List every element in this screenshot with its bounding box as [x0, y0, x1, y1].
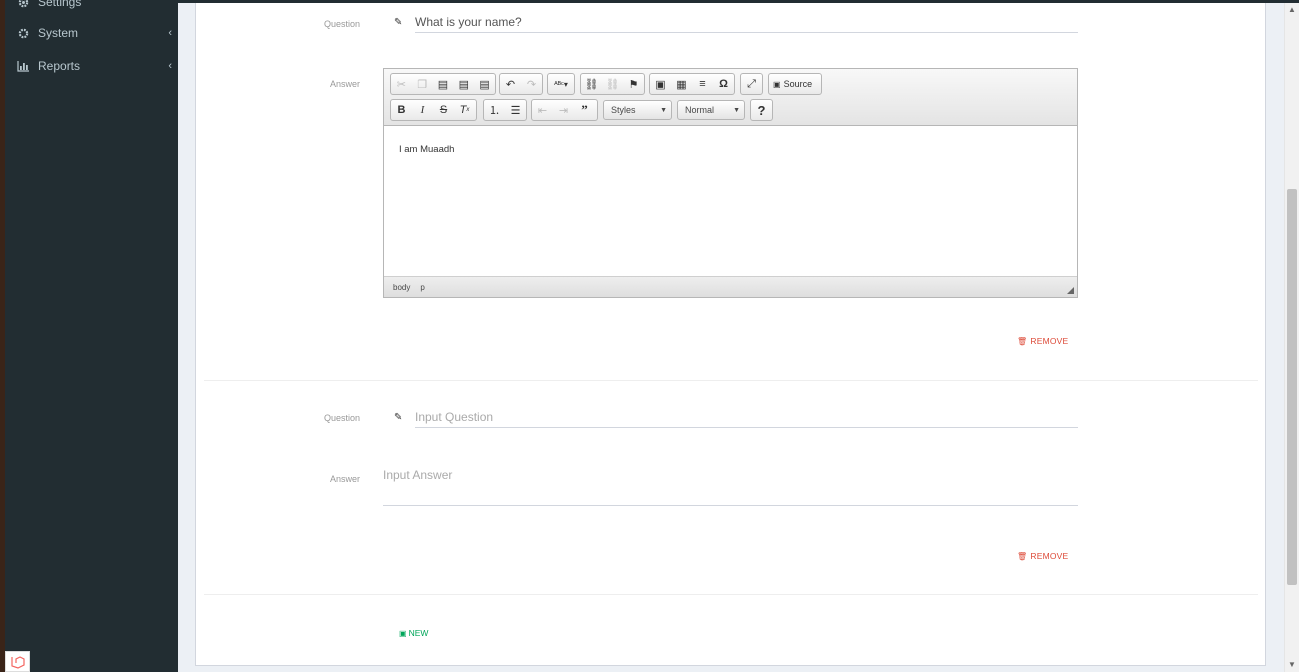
divider — [204, 380, 1258, 381]
anchor-flag-icon[interactable]: ⚑ — [623, 74, 644, 94]
styles-dropdown[interactable]: Styles ▼ — [603, 100, 672, 120]
undo-group: ↶ ↷ — [499, 73, 543, 95]
spellcheck-group: ᴬᴮᶜ▾ — [547, 73, 575, 95]
scroll-down-icon[interactable]: ▼ — [1288, 660, 1296, 669]
help-group: ? — [750, 99, 773, 121]
pencil-icon: ✎ — [394, 412, 403, 423]
answer-text: I am Muaadh — [399, 144, 455, 155]
divider — [204, 594, 1258, 595]
new-label: NEW — [408, 628, 429, 638]
remove-button[interactable]: 🗑 REMOVE — [1017, 551, 1068, 561]
remove-format-icon[interactable]: Tx — [454, 100, 475, 120]
editor-toolbar: ✂ ❐ ▤ ▤ ▤ ↶ ↷ ᴬᴮᶜ▾ ⛓ ⛓ ⚑ ▣ ▦ ≡ Ω ⤢ ▣ Sou… — [384, 69, 1077, 126]
gear-icon — [17, 0, 29, 8]
question-label: Question — [323, 19, 360, 29]
path-p[interactable]: p — [420, 283, 424, 292]
scrollbar-thumb[interactable] — [1287, 189, 1297, 585]
source-button[interactable]: ▣ Source — [768, 73, 822, 95]
numbered-list-icon[interactable]: ⒈ — [484, 100, 505, 120]
link-icon[interactable]: ⛓ — [581, 74, 602, 94]
special-char-icon[interactable]: Ω — [713, 74, 734, 94]
table-icon[interactable]: ▦ — [671, 74, 692, 94]
question-label: Question — [323, 413, 360, 423]
sidebar-item-reports[interactable]: Reports ‹ — [17, 56, 172, 76]
cut-icon[interactable]: ✂ — [391, 74, 412, 94]
pencil-icon: ✎ — [394, 17, 403, 28]
horizontal-line-icon[interactable]: ≡ — [692, 74, 713, 94]
list-group: ⒈ ☰ — [483, 99, 527, 121]
link-group: ⛓ ⛓ ⚑ — [580, 73, 645, 95]
answer-input[interactable]: Input Answer — [383, 462, 1078, 506]
paste-icon[interactable]: ▤ — [433, 74, 454, 94]
strike-icon[interactable]: S — [433, 100, 454, 120]
italic-icon[interactable]: I — [412, 100, 433, 120]
trash-icon: 🗑 — [1017, 551, 1028, 561]
bold-icon[interactable]: B — [391, 100, 412, 120]
save-icon: ▣ — [399, 628, 407, 638]
indent-icon[interactable]: ⇥ — [553, 100, 574, 120]
bulleted-list-icon[interactable]: ☰ — [505, 100, 526, 120]
trash-icon: 🗑 — [1017, 336, 1028, 346]
outdent-icon[interactable]: ⇤ — [532, 100, 553, 120]
remove-label: REMOVE — [1030, 551, 1069, 561]
indent-group: ⇤ ⇥ ” — [531, 99, 598, 121]
answer-label: Answer — [329, 79, 360, 89]
maximize-icon[interactable]: ⤢ — [741, 74, 762, 94]
basic-styles-group: B I S Tx — [390, 99, 477, 121]
sidebar-item-label: System — [38, 26, 79, 40]
new-button[interactable]: ▣ NEW — [399, 628, 428, 638]
rich-text-editor: ✂ ❐ ▤ ▤ ▤ ↶ ↷ ᴬᴮᶜ▾ ⛓ ⛓ ⚑ ▣ ▦ ≡ Ω ⤢ ▣ Sou… — [383, 68, 1078, 298]
remove-label: REMOVE — [1030, 336, 1069, 346]
sidebar-item-label: Reports — [38, 59, 81, 73]
paste-word-icon[interactable]: ▤ — [474, 74, 495, 94]
undo-icon[interactable]: ↶ — [500, 74, 521, 94]
bar-chart-icon — [17, 60, 29, 72]
question-input[interactable]: What is your name? — [415, 11, 1078, 33]
debugbar-logo-icon[interactable] — [5, 651, 30, 672]
scroll-up-icon[interactable]: ▲ — [1288, 5, 1296, 14]
dropdown-arrow-icon: ▼ — [660, 106, 667, 114]
blockquote-icon[interactable]: ” — [574, 100, 595, 120]
source-icon: ▣ — [773, 79, 781, 89]
maximize-group: ⤢ — [740, 73, 763, 95]
chevron-left-icon: ‹ — [168, 27, 172, 39]
source-label: Source — [783, 79, 813, 89]
copy-icon[interactable]: ❐ — [412, 74, 433, 94]
image-icon[interactable]: ▣ — [650, 74, 671, 94]
styles-label: Styles — [611, 105, 636, 115]
path-body[interactable]: body — [393, 283, 410, 292]
gear-icon — [17, 27, 29, 39]
clipboard-group: ✂ ❐ ▤ ▤ ▤ — [390, 73, 496, 95]
sidebar-item-settings[interactable]: Settings — [17, 0, 172, 12]
paste-text-icon[interactable]: ▤ — [453, 74, 474, 94]
answer-label: Answer — [329, 474, 360, 484]
insert-group: ▣ ▦ ≡ Ω — [649, 73, 735, 95]
sidebar: Settings System ‹ Reports ‹ — [0, 0, 178, 672]
chevron-left-icon: ‹ — [168, 60, 172, 72]
unlink-icon[interactable]: ⛓ — [602, 74, 623, 94]
redo-icon[interactable]: ↷ — [521, 74, 542, 94]
sidebar-item-system[interactable]: System ‹ — [17, 23, 172, 43]
editor-status-bar: body p — [384, 276, 1077, 297]
format-dropdown[interactable]: Normal ▼ — [677, 100, 745, 120]
scrollbar[interactable]: ▲ ▼ — [1284, 3, 1299, 672]
dropdown-arrow-icon: ▼ — [733, 106, 740, 114]
question-input[interactable]: Input Question — [415, 406, 1078, 428]
resize-handle-icon[interactable] — [1067, 287, 1074, 294]
help-icon[interactable]: ? — [751, 100, 772, 120]
remove-button[interactable]: 🗑 REMOVE — [1017, 336, 1068, 346]
editor-content-area[interactable]: I am Muaadh — [384, 126, 1077, 276]
spellcheck-icon[interactable]: ᴬᴮᶜ▾ — [548, 74, 574, 94]
format-label: Normal — [685, 105, 715, 115]
sidebar-item-label: Settings — [38, 0, 82, 9]
